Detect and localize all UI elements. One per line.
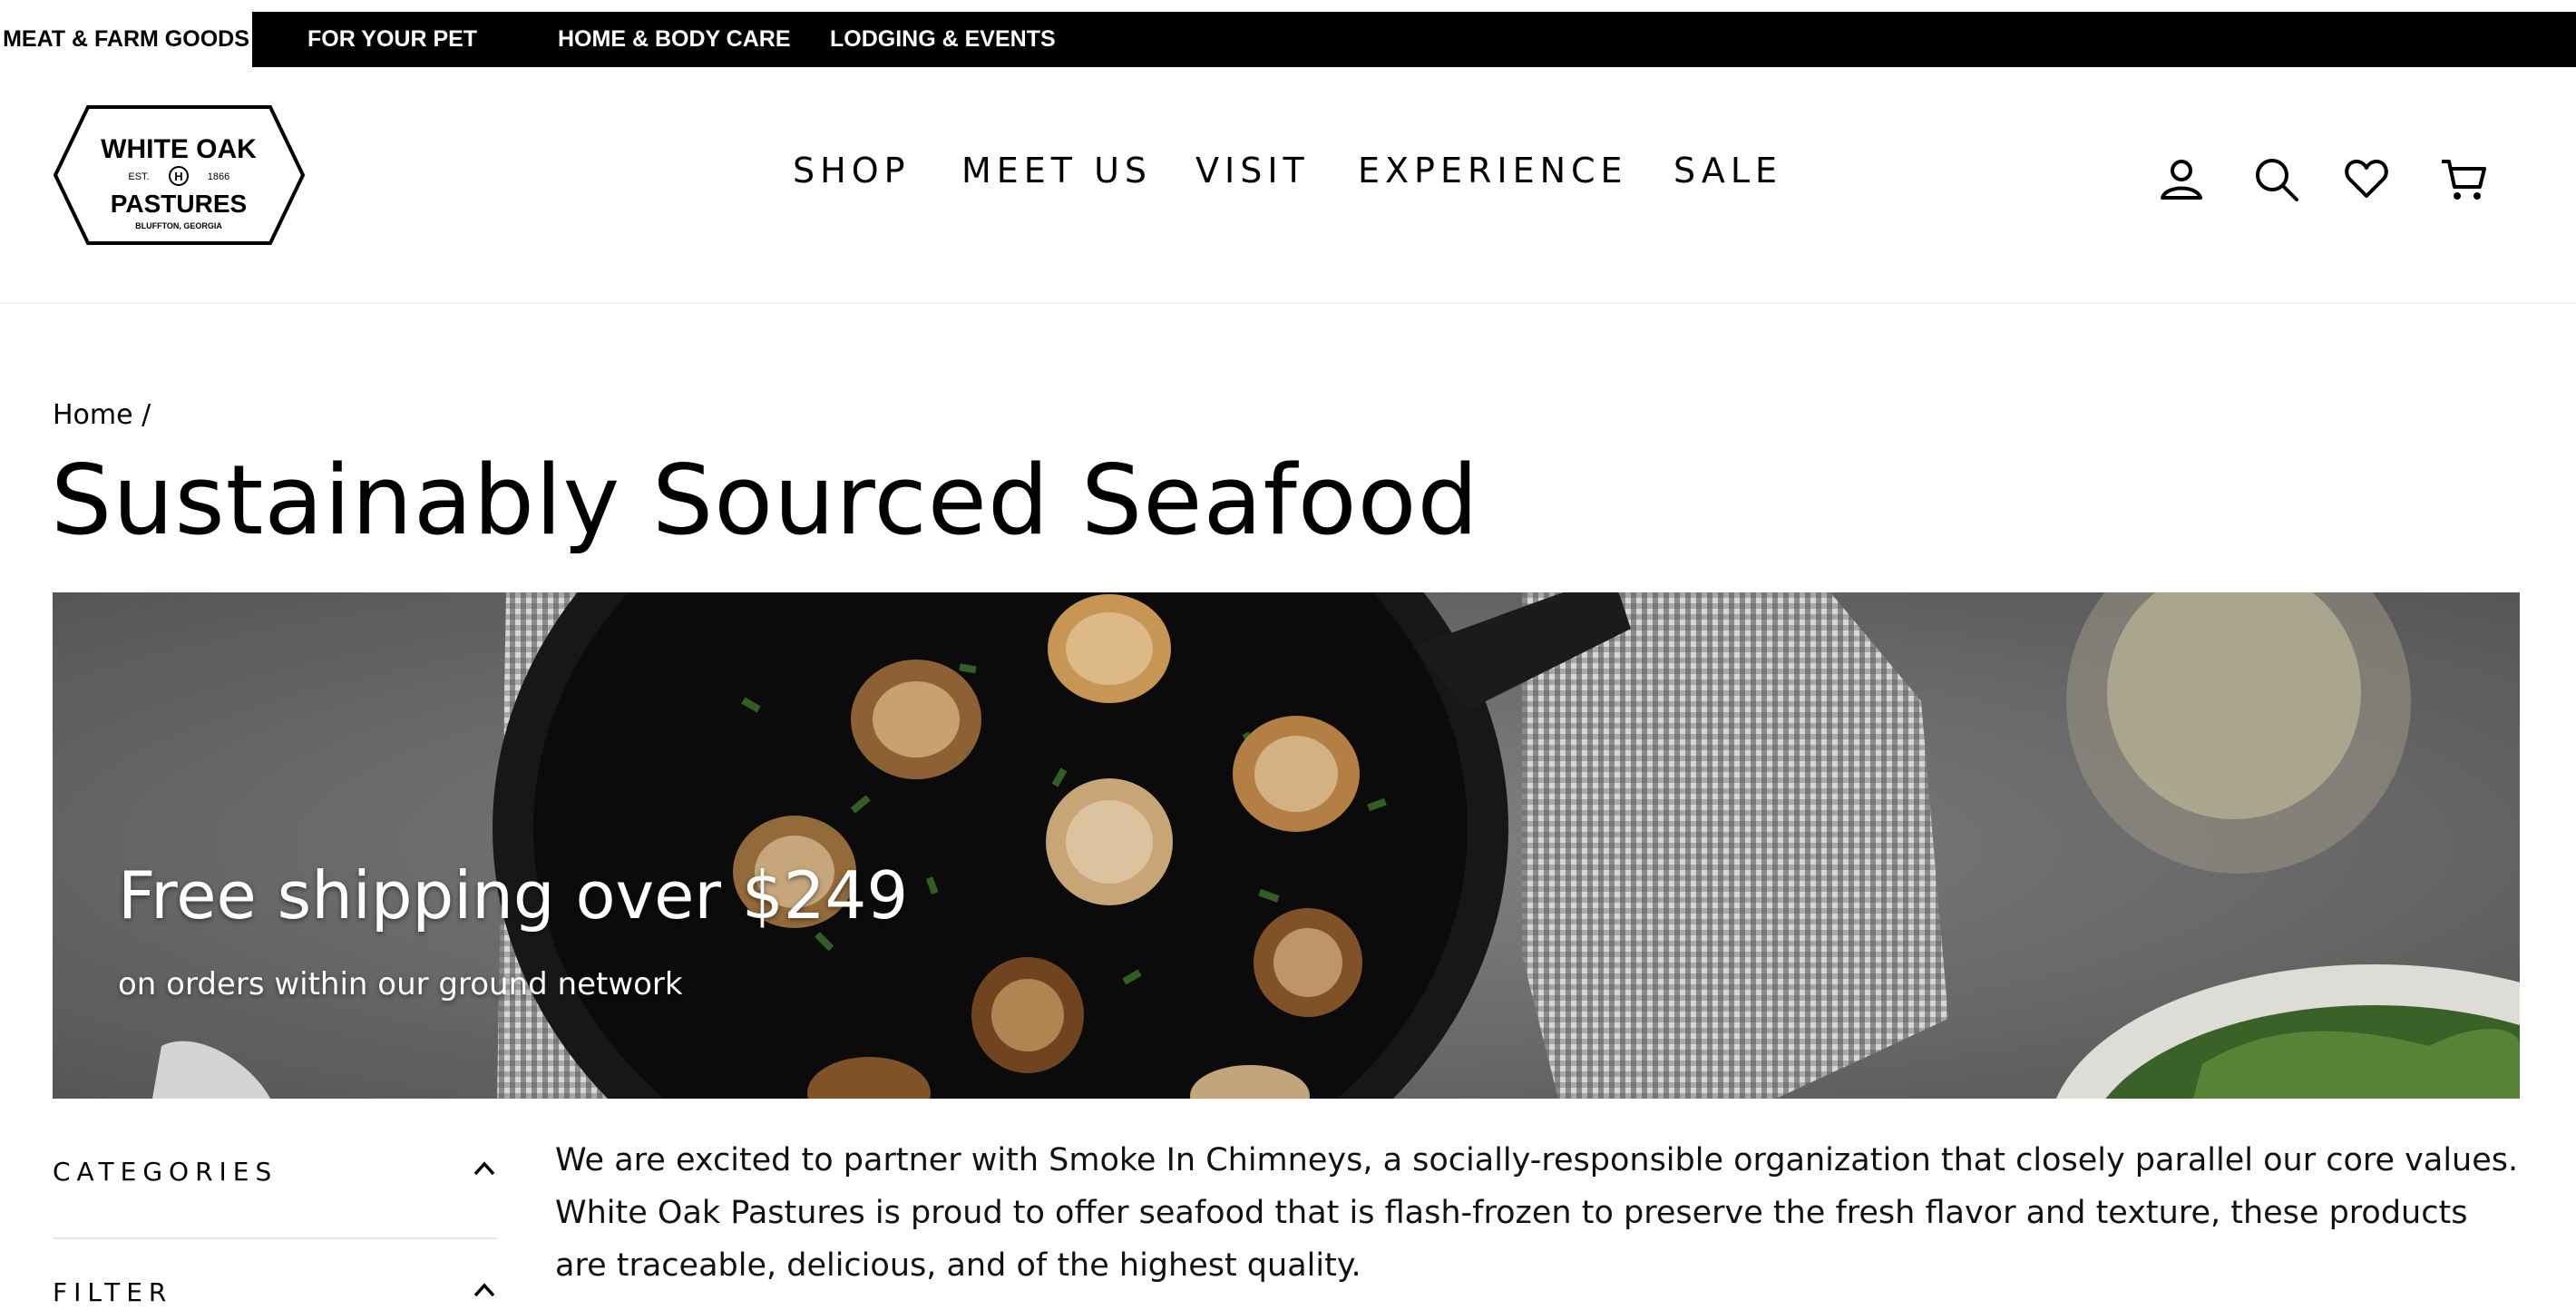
heart-icon[interactable] — [2342, 154, 2391, 203]
svg-text:BLUFFTON, GEORGIA: BLUFFTON, GEORGIA — [135, 221, 222, 230]
collection-description: We are excited to partner with Smoke In … — [555, 1142, 2519, 1284]
hero-banner: Free shipping over $249 on orders within… — [53, 592, 2520, 1099]
top-tab-meat-farm-goods[interactable]: MEAT & FARM GOODS — [0, 12, 252, 67]
cart-icon[interactable] — [2439, 154, 2488, 203]
top-tab-lodging-events[interactable]: LODGING & EVENTS — [830, 12, 1056, 67]
top-tab-home-body-care[interactable]: HOME & BODY CARE — [558, 12, 791, 67]
top-category-bar: MEAT & FARM GOODS FOR YOUR PET HOME & BO… — [0, 12, 2576, 67]
chevron-up-icon[interactable] — [472, 1277, 497, 1303]
hero-subtitle: on orders within our ground network — [118, 966, 683, 1002]
nav-meet-us[interactable]: MEET US — [961, 151, 1152, 191]
nav-shop[interactable]: SHOP — [793, 151, 911, 191]
svg-text:H: H — [174, 170, 182, 183]
page-title: Sustainably Sourced Seafood — [51, 445, 1479, 556]
svg-text:WHITE OAK: WHITE OAK — [101, 134, 257, 164]
hero-seafood-image — [53, 592, 2520, 1099]
nav-experience[interactable]: EXPERIENCE — [1358, 151, 1628, 191]
svg-text:EST.: EST. — [128, 171, 149, 182]
nav-visit[interactable]: VISIT — [1195, 151, 1310, 191]
hero-title: Free shipping over $249 — [118, 857, 909, 934]
nav-sale[interactable]: SALE — [1673, 151, 1782, 191]
breadcrumb[interactable]: Home / — [53, 399, 151, 431]
top-tab-for-your-pet[interactable]: FOR YOUR PET — [307, 12, 477, 67]
white-oak-pastures-logo[interactable]: WHITE OAK EST. H 1866 PASTURES BLUFFTON,… — [52, 103, 307, 247]
svg-text:PASTURES: PASTURES — [111, 190, 247, 218]
account-icon[interactable] — [2157, 154, 2206, 203]
filter-label: FILTER — [53, 1277, 173, 1307]
site-header: WHITE OAK EST. H 1866 PASTURES BLUFFTON,… — [0, 67, 2576, 304]
filter-section[interactable]: FILTER — [53, 1116, 497, 1310]
search-icon[interactable] — [2251, 154, 2300, 203]
sidebar: CATEGORIES FILTER — [53, 1116, 497, 1307]
svg-text:1866: 1866 — [208, 171, 229, 182]
